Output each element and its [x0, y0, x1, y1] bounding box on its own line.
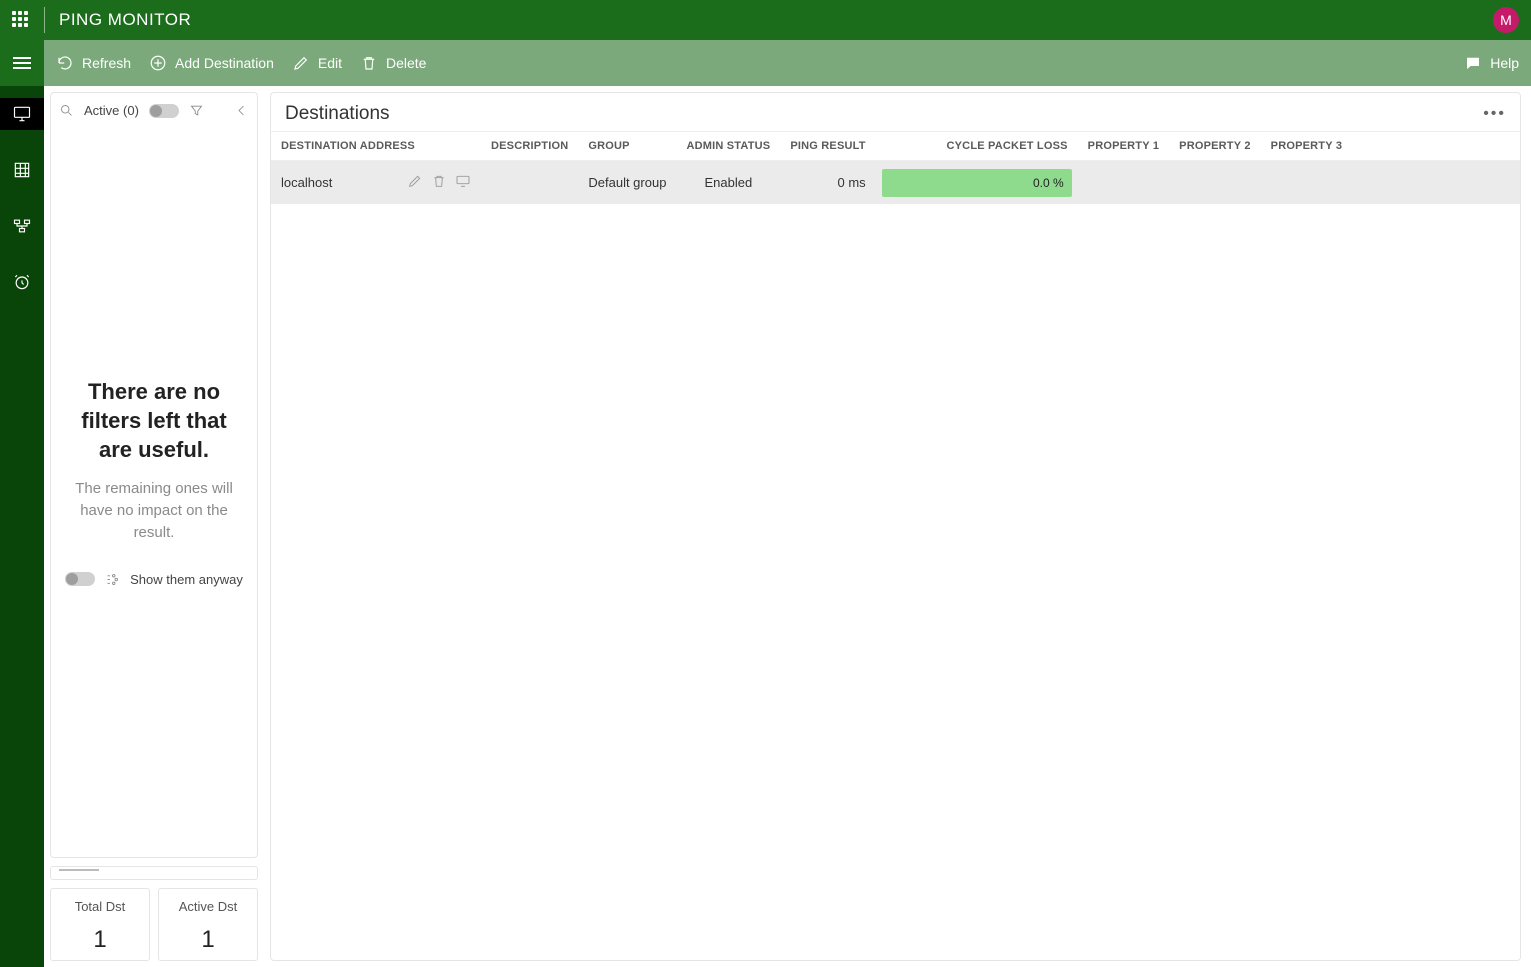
- help-button[interactable]: Help: [1464, 54, 1519, 72]
- stat-total-label: Total Dst: [55, 899, 145, 914]
- cell-admin: Enabled: [676, 161, 780, 205]
- search-icon[interactable]: [59, 103, 74, 118]
- cell-group: Default group: [578, 161, 676, 205]
- cell-p1: [1078, 161, 1170, 205]
- collapsed-panel[interactable]: [50, 866, 258, 880]
- cell-loss: 0.0 %: [1033, 176, 1064, 190]
- toolbar: Refresh Add Destination Edit Delete Hel: [44, 40, 1531, 86]
- show-anyway-label: Show them anyway: [130, 572, 243, 587]
- content-title: Destinations: [285, 103, 390, 125]
- col-p2[interactable]: PROPERTY 2: [1169, 132, 1261, 161]
- refresh-icon: [56, 54, 74, 72]
- row-delete-icon[interactable]: [431, 173, 447, 192]
- trash-icon: [360, 54, 378, 72]
- chevron-left-icon[interactable]: [234, 103, 249, 118]
- plus-circle-icon: [149, 54, 167, 72]
- stats-row: Total Dst 1 Active Dst 1: [50, 888, 258, 961]
- packet-loss-bar: 0.0 %: [882, 169, 1072, 197]
- row-monitor-icon[interactable]: [455, 173, 471, 192]
- hamburger-button[interactable]: [0, 40, 44, 86]
- funnel-icon[interactable]: [189, 103, 204, 118]
- help-label: Help: [1490, 55, 1519, 71]
- cell-desc: [481, 161, 578, 205]
- stat-active-label: Active Dst: [163, 899, 253, 914]
- col-p3[interactable]: PROPERTY 3: [1261, 132, 1520, 161]
- stat-active-value: 1: [163, 926, 253, 954]
- nav-alarm[interactable]: [0, 266, 44, 298]
- stat-total-dst: Total Dst 1: [50, 888, 150, 961]
- cell-p2: [1169, 161, 1261, 205]
- add-destination-button[interactable]: Add Destination: [149, 54, 274, 72]
- filter-active-label: Active (0): [84, 103, 139, 118]
- filters-empty-sub: The remaining ones will have no impact o…: [65, 478, 243, 543]
- stat-total-value: 1: [55, 926, 145, 954]
- edit-button[interactable]: Edit: [292, 54, 342, 72]
- delete-button[interactable]: Delete: [360, 54, 426, 72]
- cell-p3: [1261, 161, 1520, 205]
- list-settings-icon[interactable]: [105, 572, 120, 587]
- col-ping[interactable]: PING RESULT: [780, 132, 875, 161]
- add-destination-label: Add Destination: [175, 55, 274, 71]
- col-loss[interactable]: CYCLE PACKET LOSS: [876, 132, 1078, 161]
- content-area: Destinations ••• DESTINATION ADDRESS DES…: [264, 86, 1531, 967]
- col-desc[interactable]: DESCRIPTION: [481, 132, 578, 161]
- titlebar-divider: [44, 7, 45, 33]
- app-title: PING MONITOR: [59, 10, 191, 30]
- titlebar: PING MONITOR M: [0, 0, 1531, 40]
- filter-column: Active (0) There are no filters left tha…: [44, 86, 264, 967]
- active-filter-toggle[interactable]: [149, 104, 179, 118]
- col-group[interactable]: GROUP: [578, 132, 676, 161]
- filters-empty-heading: There are no filters left that are usefu…: [65, 378, 243, 464]
- edit-label: Edit: [318, 55, 342, 71]
- row-edit-icon[interactable]: [407, 173, 423, 192]
- cell-dest: localhost: [281, 175, 332, 190]
- refresh-button[interactable]: Refresh: [56, 54, 131, 72]
- apps-grid-icon[interactable]: [12, 11, 30, 29]
- pencil-icon: [292, 54, 310, 72]
- nav-monitor[interactable]: [0, 98, 44, 130]
- col-dest[interactable]: DESTINATION ADDRESS: [271, 132, 481, 161]
- table-row[interactable]: localhost Default group Enabled: [271, 161, 1520, 205]
- destinations-table: DESTINATION ADDRESS DESCRIPTION GROUP AD…: [271, 131, 1520, 205]
- cell-ping: 0 ms: [780, 161, 875, 205]
- more-menu-icon[interactable]: •••: [1483, 105, 1506, 123]
- stat-active-dst: Active Dst 1: [158, 888, 258, 961]
- col-p1[interactable]: PROPERTY 1: [1078, 132, 1170, 161]
- help-chat-icon: [1464, 54, 1482, 72]
- delete-label: Delete: [386, 55, 426, 71]
- nav-grid[interactable]: [0, 154, 44, 186]
- nav-network[interactable]: [0, 210, 44, 242]
- filter-panel: Active (0) There are no filters left tha…: [50, 92, 258, 858]
- avatar[interactable]: M: [1493, 7, 1519, 33]
- col-admin[interactable]: ADMIN STATUS: [676, 132, 780, 161]
- show-anyway-toggle[interactable]: [65, 572, 95, 586]
- sidenav: [0, 86, 44, 967]
- refresh-label: Refresh: [82, 55, 131, 71]
